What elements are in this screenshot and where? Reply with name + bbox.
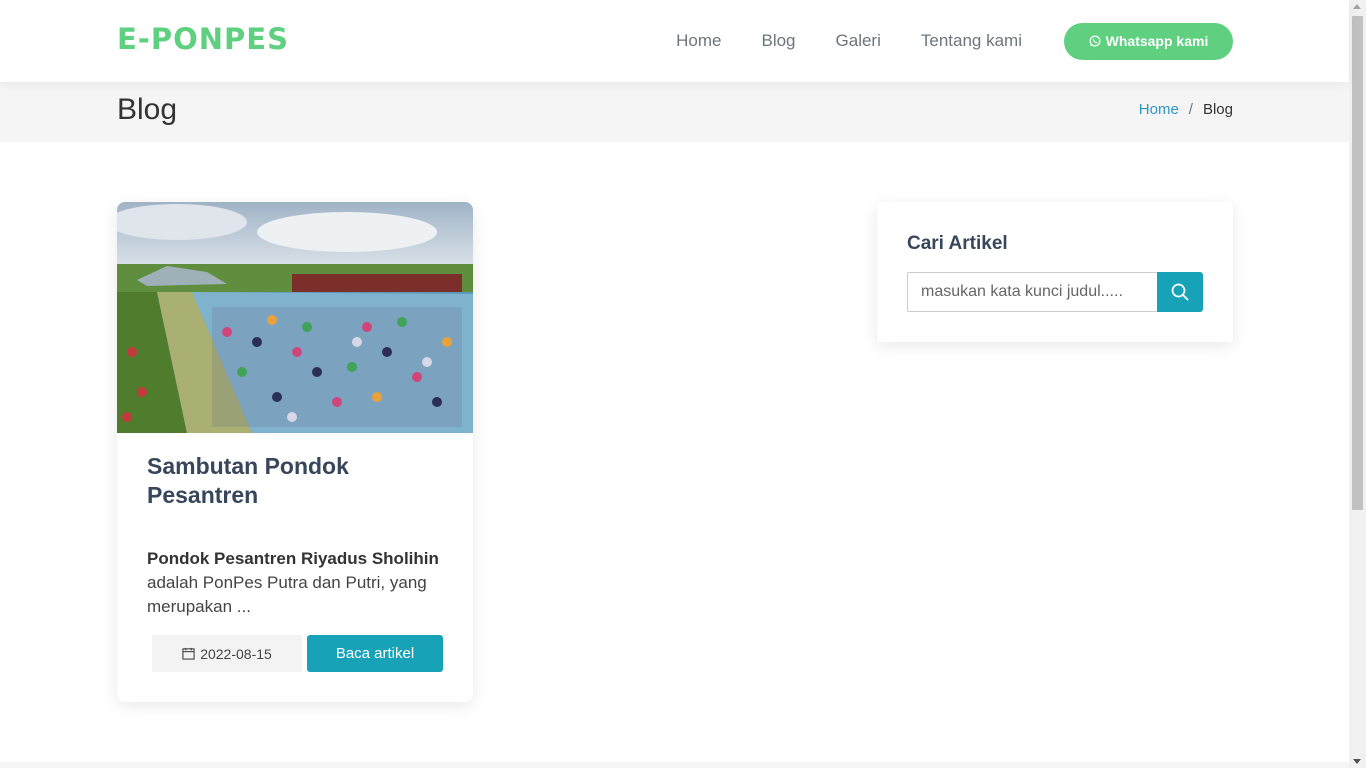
page-scrollbar[interactable]: [1349, 0, 1366, 768]
breadcrumb-home-link[interactable]: Home: [1139, 101, 1179, 118]
search-button[interactable]: [1157, 272, 1203, 312]
scroll-thumb[interactable]: [1352, 16, 1363, 510]
site-header: E-PONPES Home Blog Galeri Tentang kami W…: [0, 0, 1349, 82]
article-title[interactable]: Sambutan Pondok Pesantren: [147, 452, 437, 510]
scroll-up-icon[interactable]: [1353, 4, 1361, 9]
whatsapp-icon: [1089, 35, 1101, 47]
nav-blog[interactable]: Blog: [761, 31, 795, 51]
article-card: Sambutan Pondok Pesantren Pondok Pesantr…: [117, 202, 473, 702]
page: E-PONPES Home Blog Galeri Tentang kami W…: [0, 0, 1366, 768]
search-widget: Cari Artikel: [877, 202, 1233, 342]
article-date-text: 2022-08-15: [200, 645, 272, 662]
search-widget-title: Cari Artikel: [907, 233, 1008, 254]
whatsapp-button-label: Whatsapp kami: [1105, 33, 1209, 49]
page-title: Blog: [117, 93, 178, 126]
footer-edge: [0, 762, 1349, 768]
whatsapp-button[interactable]: Whatsapp kami: [1064, 22, 1233, 60]
page-title-band: Blog Home / Blog: [0, 82, 1349, 142]
nav-home[interactable]: Home: [676, 31, 721, 51]
breadcrumb: Home / Blog: [1139, 101, 1233, 118]
scroll-down-icon[interactable]: [1353, 759, 1361, 764]
search-icon: [1171, 283, 1189, 301]
breadcrumb-separator: /: [1188, 101, 1193, 118]
nav-tentang-kami[interactable]: Tentang kami: [921, 31, 1022, 51]
breadcrumb-current: Blog: [1202, 101, 1233, 118]
read-article-button[interactable]: Baca artikel: [307, 635, 443, 672]
article-photo: [117, 202, 473, 433]
nav-galeri[interactable]: Galeri: [836, 31, 881, 51]
search-input[interactable]: [907, 272, 1158, 312]
article-excerpt: Pondok Pesantren Riyadus Sholihin adalah …: [147, 547, 447, 619]
article-excerpt-rest: adalah PonPes Putra dan Putri, yang meru…: [147, 573, 427, 616]
calendar-icon: [182, 647, 195, 660]
site-logo[interactable]: E-PONPES: [117, 22, 289, 56]
main-nav: Home Blog Galeri Tentang kami Whatsapp k…: [676, 0, 1233, 82]
article-date: 2022-08-15: [152, 635, 302, 672]
article-image[interactable]: [117, 202, 473, 433]
article-excerpt-bold: Pondok Pesantren Riyadus Sholihin: [147, 549, 439, 568]
